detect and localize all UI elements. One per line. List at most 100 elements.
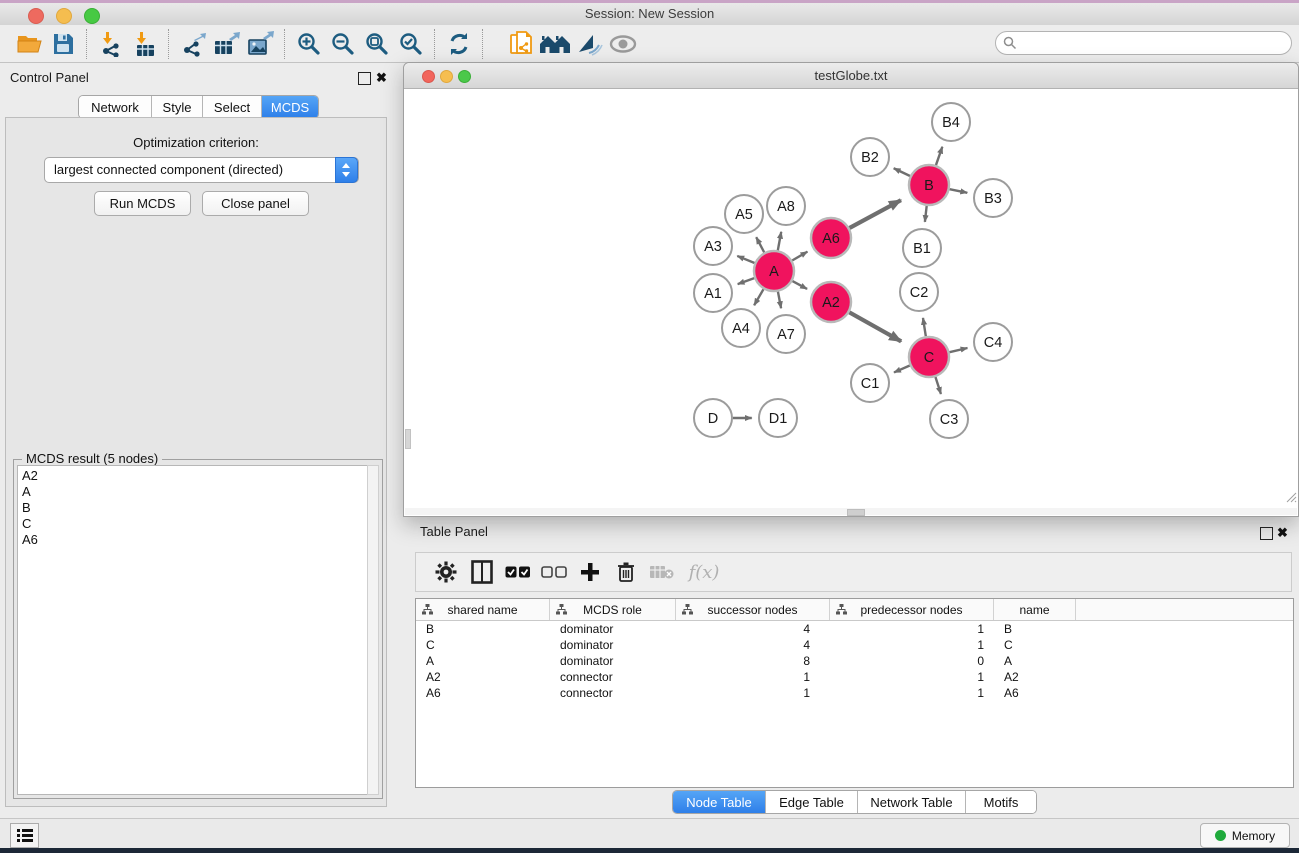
toolbar-separator — [482, 29, 484, 59]
network-canvas[interactable]: B4B2BB3A5A8A6A3B1AA1C2A2A4A7C4CC1C3DD1 — [405, 89, 1297, 508]
tab-style[interactable]: Style — [152, 96, 203, 118]
table-cell: 0 — [830, 654, 994, 668]
import-table-icon[interactable] — [128, 29, 162, 59]
edge-C-C4[interactable] — [949, 348, 967, 352]
edge-A-A5[interactable] — [756, 237, 764, 252]
edge-A-A7[interactable] — [778, 292, 781, 309]
toolbar-separator — [434, 29, 436, 59]
node-table-body: Bdominator41BCdominator41CAdominator80AA… — [416, 621, 1293, 701]
mcds-result-item[interactable]: C — [18, 516, 367, 532]
column-header-name[interactable]: name — [994, 599, 1076, 620]
fx-label: f(x) — [689, 562, 720, 583]
mcds-result-scrollbar[interactable] — [367, 465, 379, 795]
edge-A6-B[interactable] — [849, 200, 900, 228]
resize-grip-icon[interactable] — [1283, 489, 1297, 508]
edge-A2-C[interactable] — [849, 312, 901, 341]
column-header-predecessor-nodes[interactable]: predecessor nodes — [830, 599, 994, 620]
columns-icon[interactable] — [464, 556, 500, 588]
edge-A-A1[interactable] — [738, 278, 755, 284]
table-panel-title: Table Panel — [420, 524, 488, 539]
tab-select[interactable]: Select — [203, 96, 262, 118]
task-history-button[interactable] — [10, 823, 39, 848]
table-cell: 1 — [830, 670, 994, 684]
table-cell: A2 — [416, 670, 550, 684]
export-image-icon[interactable] — [244, 29, 278, 59]
import-network-icon[interactable] — [94, 29, 128, 59]
table-row[interactable]: A6connector11A6 — [416, 685, 1293, 701]
mcds-panel: Optimization criterion: largest connecte… — [5, 117, 387, 807]
network-vscroll-thumb[interactable] — [405, 429, 411, 449]
unselect-all-icon[interactable] — [536, 556, 572, 588]
tab-mcds[interactable]: MCDS — [262, 96, 318, 118]
table-row[interactable]: Bdominator41B — [416, 621, 1293, 637]
gear-icon[interactable] — [428, 556, 464, 588]
edge-C-C2[interactable] — [923, 318, 926, 336]
node-label-B1: B1 — [913, 241, 931, 257]
show-graphics-details-icon[interactable] — [606, 29, 640, 59]
save-icon[interactable] — [46, 29, 80, 59]
edge-C-C1[interactable] — [894, 365, 910, 372]
table-cell: connector — [550, 686, 676, 700]
new-session-icon[interactable] — [504, 29, 538, 59]
run-mcds-button[interactable]: Run MCDS — [94, 191, 191, 216]
close-panel-button[interactable]: Close panel — [202, 191, 309, 216]
refresh-icon[interactable] — [442, 29, 476, 59]
mcds-result-item[interactable]: B — [18, 500, 367, 516]
home-icon[interactable] — [538, 29, 572, 59]
edge-A-A3[interactable] — [737, 256, 754, 263]
edge-A-A2[interactable] — [792, 281, 807, 289]
edge-B-B4[interactable] — [936, 147, 942, 165]
table-row[interactable]: Adominator80A — [416, 653, 1293, 669]
memory-button[interactable]: Memory — [1200, 823, 1290, 848]
zoom-fit-icon[interactable] — [360, 29, 394, 59]
edge-B-B2[interactable] — [894, 168, 910, 176]
search-input[interactable] — [1020, 33, 1284, 53]
table-cell: dominator — [550, 622, 676, 636]
network-window-titlebar[interactable]: testGlobe.txt — [404, 63, 1298, 89]
zoom-selected-icon[interactable] — [394, 29, 428, 59]
table-cell: 8 — [676, 654, 830, 668]
node-label-A7: A7 — [777, 327, 795, 343]
edge-B-B1[interactable] — [925, 206, 927, 222]
edge-A-A4[interactable] — [754, 289, 763, 305]
column-header-shared-name[interactable]: shared name — [416, 599, 550, 620]
export-network-icon[interactable] — [176, 29, 210, 59]
open-folder-icon[interactable] — [12, 29, 46, 59]
tab-network[interactable]: Network — [79, 96, 152, 118]
tab-network-table[interactable]: Network Table — [858, 791, 966, 813]
add-column-icon[interactable] — [572, 556, 608, 588]
edge-A-A6[interactable] — [792, 252, 807, 261]
export-table-icon[interactable] — [210, 29, 244, 59]
tab-node-table[interactable]: Node Table — [673, 791, 766, 813]
node-label-B2: B2 — [861, 150, 879, 166]
hide-graphics-details-icon[interactable] — [572, 29, 606, 59]
tab-motifs[interactable]: Motifs — [966, 791, 1036, 813]
column-header-successor-nodes[interactable]: successor nodes — [676, 599, 830, 620]
table-row[interactable]: Cdominator41C — [416, 637, 1293, 653]
network-hscroll-thumb[interactable] — [847, 509, 865, 516]
edge-A-A8[interactable] — [778, 232, 781, 251]
zoom-in-icon[interactable] — [292, 29, 326, 59]
select-all-icon[interactable] — [500, 556, 536, 588]
node-label-A1: A1 — [704, 286, 722, 302]
table-row[interactable]: A2connector11A2 — [416, 669, 1293, 685]
zoom-out-icon[interactable] — [326, 29, 360, 59]
table-panel-float-icon[interactable] — [1260, 527, 1273, 540]
table-cell: C — [994, 638, 1076, 652]
edge-C-C3[interactable] — [935, 377, 940, 394]
control-panel-float-icon[interactable] — [358, 72, 371, 85]
edge-B-B3[interactable] — [950, 189, 968, 193]
table-panel-close-icon[interactable]: ✖ — [1277, 525, 1288, 541]
delete-table-icon — [644, 556, 680, 588]
column-header-MCDS-role[interactable]: MCDS role — [550, 599, 676, 620]
delete-column-icon[interactable] — [608, 556, 644, 588]
mcds-result-item[interactable]: A6 — [18, 532, 367, 548]
criterion-dropdown[interactable]: largest connected component (directed) — [44, 157, 359, 183]
mcds-result-item[interactable]: A — [18, 484, 367, 500]
mcds-result-item[interactable]: A2 — [18, 468, 367, 484]
dropdown-stepper-icon[interactable] — [335, 157, 358, 183]
tab-edge-table[interactable]: Edge Table — [766, 791, 858, 813]
status-bar: Memory — [0, 818, 1299, 848]
criterion-dropdown-value: largest connected component (directed) — [54, 162, 283, 177]
control-panel-close-icon[interactable]: ✖ — [376, 70, 387, 86]
